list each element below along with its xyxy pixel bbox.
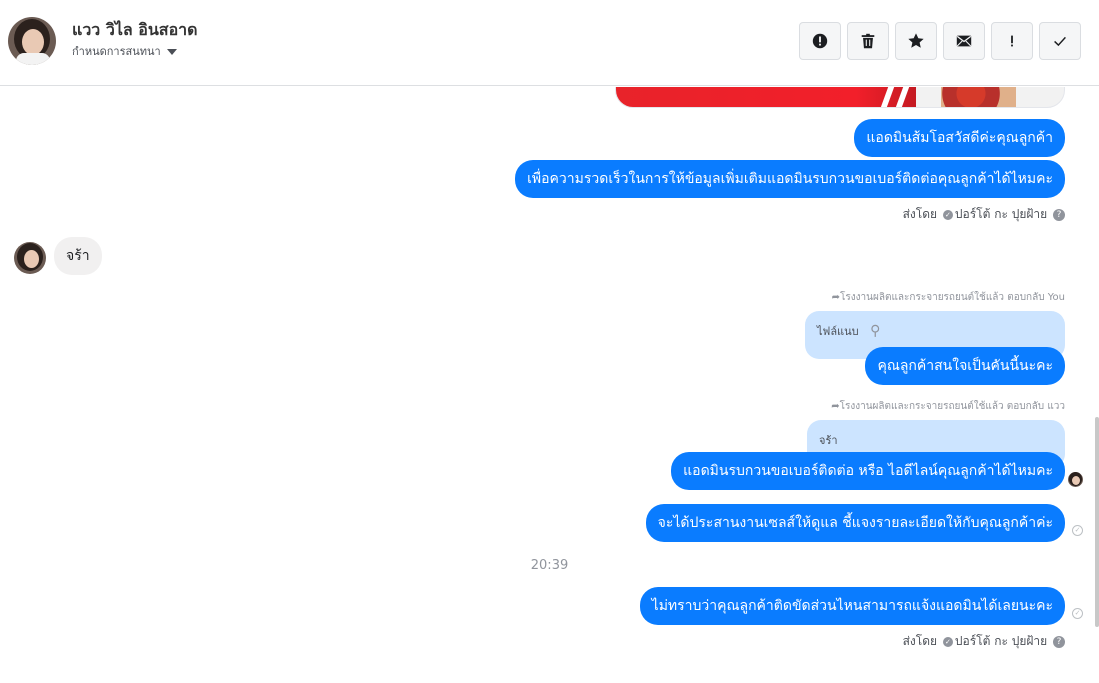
exclamation-icon	[1011, 35, 1013, 47]
reply-arrow-icon: ➦	[831, 401, 840, 412]
delete-button[interactable]	[847, 22, 889, 60]
reply-meta-text: โรงงานผลิตและกระจายรถยนต์ใช้แล้ว ตอบกลับ…	[839, 401, 1065, 412]
envelope-icon	[956, 35, 972, 47]
outgoing-message[interactable]: ไม่ทราบว่าคุณลูกค้าติดขัดส่วนไหนสามารถแจ…	[639, 587, 1065, 625]
sent-by-label: ส่งโดย ✓ ปอร์โต้ กะ ปุยฝ้าย ?	[903, 632, 1065, 651]
alert-circle-icon	[812, 33, 828, 49]
verified-check-icon: ✓	[942, 209, 953, 220]
delivered-check-icon: ✓	[1072, 608, 1083, 619]
trash-icon	[861, 33, 875, 49]
spam-button[interactable]	[799, 22, 841, 60]
check-icon	[1054, 36, 1066, 47]
verified-check-icon: ✓	[942, 636, 953, 647]
follow-up-button[interactable]	[991, 22, 1033, 60]
outgoing-message[interactable]: แอดมินรบกวนขอเบอร์ติดต่อ หรือ ไอดีไลน์คุ…	[671, 452, 1065, 490]
contact-avatar[interactable]	[8, 17, 56, 65]
seen-avatar	[1068, 472, 1083, 487]
contact-avatar-small[interactable]	[14, 242, 46, 274]
reply-meta: ➦โรงงานผลิตและกระจายรถยนต์ใช้แล้ว ตอบกลั…	[832, 290, 1065, 305]
incoming-message[interactable]: จร้า	[54, 237, 102, 275]
reply-arrow-icon: ➦	[831, 292, 841, 303]
timestamp: 20:39	[530, 558, 569, 573]
sender-name[interactable]: ปอร์โต้ กะ ปุยฝ้าย	[955, 634, 1047, 648]
paperclip-icon: ⚲	[870, 323, 881, 339]
outgoing-message[interactable]: จะได้ประสานงานเซลส์ให้ดูแล ชี้แจงรายละเอ…	[645, 504, 1065, 542]
star-button[interactable]	[895, 22, 937, 60]
delivered-check-icon: ✓	[1072, 525, 1083, 536]
assign-label: กำหนดการสนทนา	[72, 45, 161, 58]
sent-by-prefix: ส่งโดย	[902, 207, 938, 221]
mark-unread-button[interactable]	[943, 22, 985, 60]
caret-down-icon	[166, 49, 177, 55]
outgoing-message[interactable]: คุณลูกค้าสนใจเป็นคันนี้นะคะ	[865, 347, 1065, 385]
message-thread[interactable]: แอดมินส้มโอสวัสดีค่ะคุณลูกค้า เพื่อความร…	[0, 87, 1099, 683]
scrollbar[interactable]	[1095, 417, 1099, 627]
outgoing-message[interactable]: แอดมินส้มโอสวัสดีค่ะคุณลูกค้า	[854, 119, 1065, 157]
image-attachment[interactable]	[615, 87, 1065, 108]
help-icon[interactable]: ?	[1053, 208, 1065, 221]
contact-name[interactable]: แวว วิไล อินสอาด	[72, 18, 198, 43]
help-icon[interactable]: ?	[1053, 635, 1065, 648]
outgoing-message[interactable]: เพื่อความรวดเร็วในการให้ข้อมูลเพิ่มเติมแ…	[515, 160, 1065, 198]
assign-conversation-dropdown[interactable]: กำหนดการสนทนา	[72, 42, 177, 60]
quoted-text: จร้า	[819, 434, 838, 447]
reply-meta-text: โรงงานผลิตและกระจายรถยนต์ใช้แล้ว ตอบกลับ…	[840, 292, 1065, 303]
star-icon	[908, 33, 924, 48]
conversation-header: แวว วิไล อินสอาด กำหนดการสนทนา	[0, 0, 1099, 86]
sent-by-prefix: ส่งโดย	[902, 634, 938, 648]
mark-done-button[interactable]	[1039, 22, 1081, 60]
reply-meta: ➦โรงงานผลิตและกระจายรถยนต์ใช้แล้ว ตอบกลั…	[831, 399, 1065, 414]
sent-by-label: ส่งโดย ✓ ปอร์โต้ กะ ปุยฝ้าย ?	[903, 205, 1065, 224]
quoted-text: ไฟล์แนบ	[817, 325, 859, 338]
sender-name[interactable]: ปอร์โต้ กะ ปุยฝ้าย	[955, 207, 1047, 221]
action-toolbar	[799, 22, 1081, 60]
